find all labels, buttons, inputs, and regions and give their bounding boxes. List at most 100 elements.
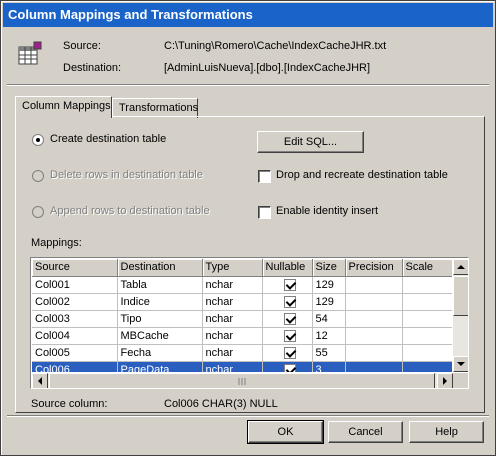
vertical-scroll-thumb[interactable] (453, 276, 468, 316)
radio-button[interactable] (32, 170, 44, 182)
nullable-checkbox[interactable] (283, 330, 296, 342)
vertical-scrollbar[interactable] (453, 259, 468, 372)
table-row[interactable]: Col003 Tipo nchar 54 (32, 310, 452, 328)
scale-cell[interactable] (402, 276, 452, 294)
source-cell[interactable]: Col005 (32, 344, 118, 362)
destination-cell[interactable]: Tipo (117, 310, 203, 328)
cancel-button[interactable]: Cancel (328, 421, 403, 443)
destination-cell[interactable]: PageData (117, 361, 203, 372)
nullable-cell[interactable] (262, 293, 313, 311)
precision-cell[interactable] (345, 327, 403, 345)
table-row[interactable]: Col001 Tabla nchar 129 (32, 276, 452, 294)
destination-cell[interactable]: MBCache (117, 327, 203, 345)
ok-button[interactable]: OK (247, 420, 324, 444)
mappings-table: Source Destination Type Nullable Size Pr… (32, 259, 452, 372)
table-row[interactable]: Col002 Indice nchar 129 (32, 293, 452, 311)
help-button[interactable]: Help (409, 421, 484, 443)
tab-column-mappings[interactable]: Column Mappings (15, 96, 112, 118)
scroll-left-icon[interactable] (32, 373, 48, 388)
identity-insert-label: Enable identity insert (276, 205, 379, 217)
precision-cell[interactable] (345, 361, 403, 372)
column-header-size[interactable]: Size (312, 259, 346, 277)
destination-label: Destination: (63, 62, 122, 74)
horizontal-scroll-thumb[interactable] (49, 373, 435, 388)
tab-transformations[interactable]: Transformations (112, 98, 198, 118)
drop-recreate-checkbox[interactable]: Drop and recreate destination table (258, 169, 458, 185)
drop-recreate-label: Drop and recreate destination table (276, 169, 448, 181)
mappings-grid[interactable]: Source Destination Type Nullable Size Pr… (30, 257, 469, 389)
scale-cell[interactable] (402, 293, 452, 311)
column-header-scale[interactable]: Scale (402, 259, 452, 277)
column-header-destination[interactable]: Destination (117, 259, 203, 277)
source-column-label: Source column: (31, 398, 108, 410)
title-bar[interactable]: Column Mappings and Transformations (3, 3, 493, 27)
edit-sql-button[interactable]: Edit SQL... (257, 131, 364, 153)
append-rows-radio[interactable]: Append rows to destination table (32, 205, 232, 221)
checkbox[interactable] (258, 170, 271, 183)
horizontal-scrollbar[interactable] (32, 373, 453, 388)
size-cell[interactable]: 12 (312, 327, 346, 345)
nullable-checkbox[interactable] (283, 279, 296, 291)
source-path: C:\Tuning\Romero\Cache\IndexCacheJHR.txt (164, 40, 387, 52)
nullable-checkbox[interactable] (283, 347, 296, 359)
size-cell[interactable]: 3 (312, 361, 346, 372)
nullable-cell[interactable] (262, 344, 313, 362)
column-header-type[interactable]: Type (202, 259, 263, 277)
scroll-down-icon[interactable] (453, 356, 468, 372)
type-cell[interactable]: nchar (202, 310, 263, 328)
column-header-source[interactable]: Source (32, 259, 118, 277)
nullable-checkbox[interactable] (283, 313, 296, 325)
scroll-up-icon[interactable] (453, 259, 468, 275)
source-cell[interactable]: Col006 (32, 361, 118, 372)
radio-button[interactable] (32, 206, 44, 218)
nullable-cell[interactable] (262, 327, 313, 345)
size-cell[interactable]: 55 (312, 344, 346, 362)
delete-rows-label: Delete rows in destination table (50, 169, 203, 181)
scale-cell[interactable] (402, 344, 452, 362)
size-cell[interactable]: 129 (312, 293, 346, 311)
delete-rows-radio[interactable]: Delete rows in destination table (32, 169, 232, 185)
nullable-cell[interactable] (262, 310, 313, 328)
nullable-checkbox[interactable] (283, 364, 296, 372)
table-row-selected[interactable]: Col006 PageData nchar 3 (32, 361, 452, 372)
column-header-nullable[interactable]: Nullable (262, 259, 313, 277)
nullable-cell[interactable] (262, 361, 313, 372)
scale-cell[interactable] (402, 361, 452, 372)
type-cell[interactable]: nchar (202, 344, 263, 362)
type-cell[interactable]: nchar (202, 361, 263, 372)
nullable-checkbox[interactable] (283, 296, 296, 308)
type-cell[interactable]: nchar (202, 276, 263, 294)
radio-button[interactable] (32, 134, 44, 146)
source-cell[interactable]: Col002 (32, 293, 118, 311)
source-cell[interactable]: Col001 (32, 276, 118, 294)
destination-cell[interactable]: Tabla (117, 276, 203, 294)
source-cell[interactable]: Col003 (32, 310, 118, 328)
type-cell[interactable]: nchar (202, 293, 263, 311)
footer-divider (7, 415, 489, 417)
precision-cell[interactable] (345, 276, 403, 294)
precision-cell[interactable] (345, 293, 403, 311)
append-rows-label: Append rows to destination table (50, 205, 210, 217)
table-row[interactable]: Col004 MBCache nchar 12 (32, 327, 452, 345)
create-table-radio[interactable]: Create destination table (32, 133, 232, 149)
checkbox[interactable] (258, 206, 271, 219)
destination-cell[interactable]: Indice (117, 293, 203, 311)
column-header-precision[interactable]: Precision (345, 259, 403, 277)
scroll-right-icon[interactable] (437, 373, 453, 388)
scale-cell[interactable] (402, 310, 452, 328)
destination-cell[interactable]: Fecha (117, 344, 203, 362)
type-cell[interactable]: nchar (202, 327, 263, 345)
window-title: Column Mappings and Transformations (8, 7, 253, 22)
table-row[interactable]: Col005 Fecha nchar 55 (32, 344, 452, 362)
size-cell[interactable]: 129 (312, 276, 346, 294)
precision-cell[interactable] (345, 310, 403, 328)
size-cell[interactable]: 54 (312, 310, 346, 328)
nullable-cell[interactable] (262, 276, 313, 294)
source-cell[interactable]: Col004 (32, 327, 118, 345)
mappings-label: Mappings: (31, 237, 82, 249)
create-table-label: Create destination table (50, 133, 167, 145)
scale-cell[interactable] (402, 327, 452, 345)
identity-insert-checkbox[interactable]: Enable identity insert (258, 205, 458, 221)
precision-cell[interactable] (345, 344, 403, 362)
scrollbar-corner (453, 373, 468, 388)
